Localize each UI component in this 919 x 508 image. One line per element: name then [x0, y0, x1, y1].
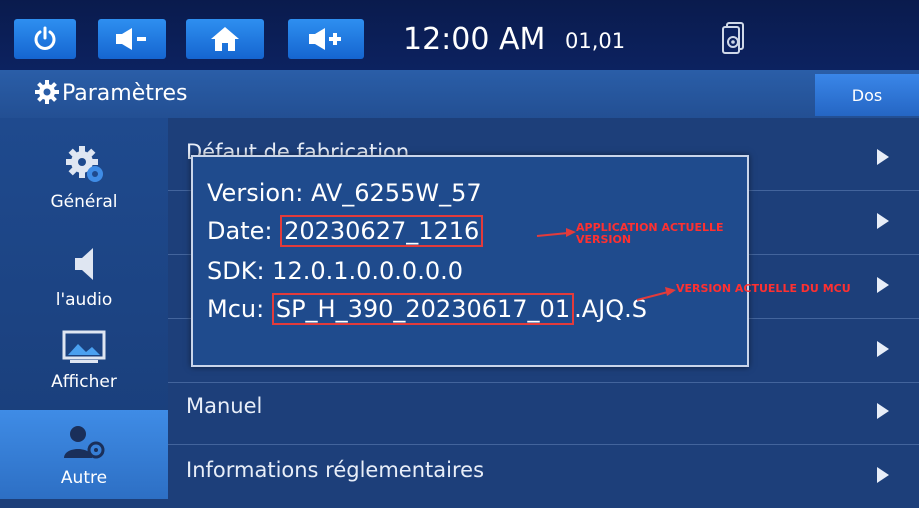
annotation-arrows: [536, 228, 676, 301]
annotation-mcu-version: VERSION ACTUELLE DU MCU: [676, 283, 851, 295]
annotation-app-version: APPLICATION ACTUELLE VERSION: [576, 222, 724, 246]
annotation-app-version-line2: VERSION: [576, 233, 632, 246]
